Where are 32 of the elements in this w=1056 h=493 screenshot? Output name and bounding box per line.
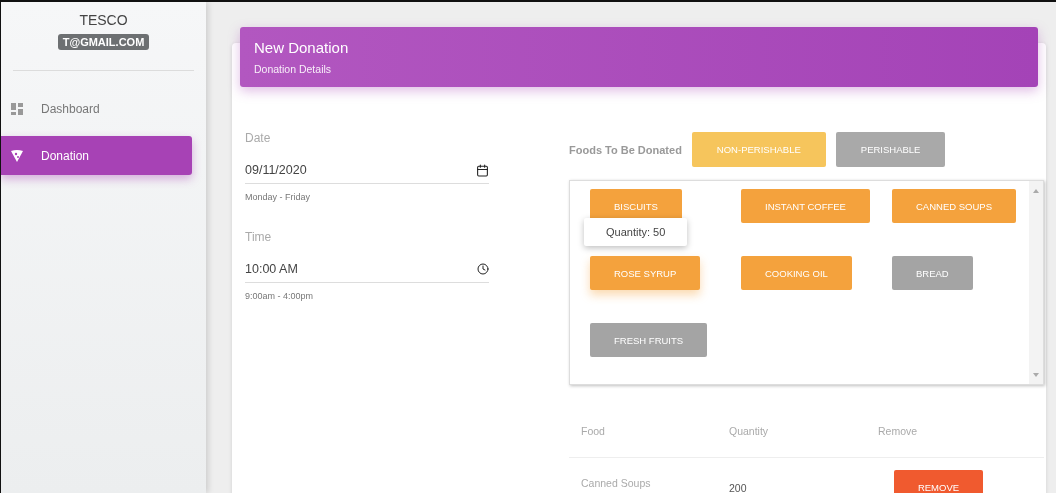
table-cell-text: Canned Soups bbox=[581, 477, 652, 489]
calendar-icon bbox=[476, 163, 489, 177]
brand-name: TESCO bbox=[79, 12, 128, 28]
header-title: New Donation bbox=[254, 39, 350, 56]
column-header: Food bbox=[581, 425, 606, 437]
foods-label: Foods To Be Donated bbox=[569, 143, 682, 156]
food-button[interactable]: FRESH FRUITS bbox=[590, 323, 708, 357]
field-hint: Monday - Friday bbox=[245, 192, 312, 202]
column-header: Remove bbox=[878, 425, 919, 437]
user-email: T@GMAIL.COM bbox=[57, 34, 150, 50]
quantity-tooltip: Quantity: 50 bbox=[584, 218, 688, 246]
food-button[interactable]: COOKING OIL bbox=[741, 256, 852, 290]
field-label: Time bbox=[245, 230, 273, 244]
field-label: Date bbox=[245, 131, 272, 145]
sidebar-item[interactable]: Dashboard bbox=[1, 89, 192, 128]
date-field[interactable]: 09/11/2020 bbox=[245, 163, 489, 184]
dashboard-icon bbox=[11, 102, 23, 115]
clock-icon bbox=[477, 263, 489, 275]
category-button[interactable]: PERISHABLE bbox=[835, 132, 946, 167]
sidebar-item[interactable]: Donation bbox=[1, 136, 192, 175]
header-subtitle: Donation Details bbox=[254, 63, 333, 75]
time-field[interactable]: 10:00 AM bbox=[245, 262, 489, 283]
scrollbar[interactable] bbox=[1029, 181, 1043, 384]
food-button[interactable]: BREAD bbox=[892, 256, 973, 290]
food-button[interactable]: INSTANT COFFEE bbox=[741, 189, 870, 223]
field-hint: 9:00am - 4:00pm bbox=[245, 291, 315, 301]
column-header: Quantity bbox=[729, 425, 770, 437]
remove-button[interactable]: REMOVE bbox=[894, 470, 983, 493]
category-button[interactable]: NON-PERISHABLE bbox=[691, 132, 826, 167]
pizza-slice-icon bbox=[11, 149, 23, 162]
food-button[interactable]: CANNED SOUPS bbox=[892, 189, 1016, 223]
food-button[interactable]: ROSE SYRUP bbox=[590, 256, 701, 290]
